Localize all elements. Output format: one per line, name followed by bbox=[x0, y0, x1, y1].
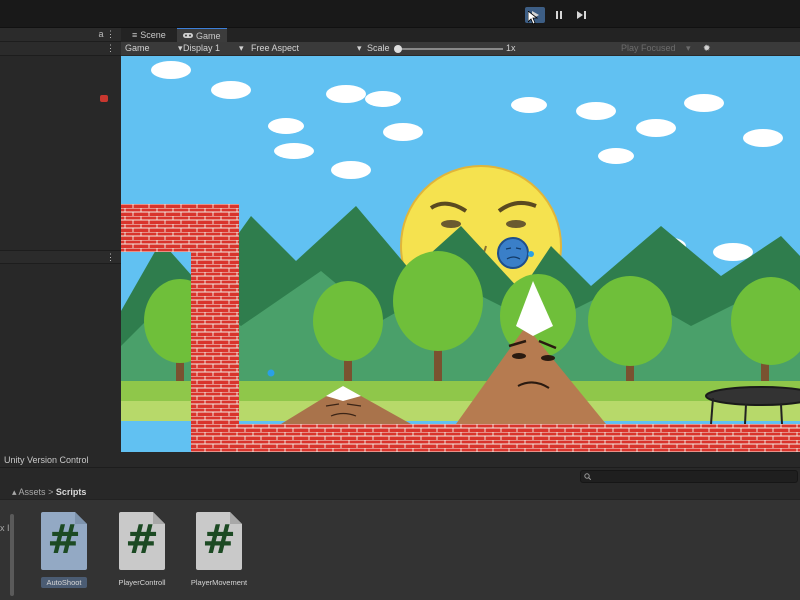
dropdown-arrow-icon: ▾ bbox=[239, 43, 244, 53]
csharp-script-icon: # bbox=[194, 510, 244, 572]
dropdown-arrow-icon: ▾ bbox=[178, 43, 183, 53]
display-dropdown[interactable]: Display 1 bbox=[183, 43, 220, 53]
tab-game[interactable]: Game bbox=[177, 28, 227, 42]
dropdown-arrow-icon: ▾ bbox=[686, 43, 691, 53]
play-toolbar bbox=[0, 0, 800, 28]
player-ball bbox=[497, 237, 529, 269]
gamepad-icon bbox=[183, 33, 193, 38]
tab-game-label: Game bbox=[196, 30, 221, 41]
brick-floor bbox=[239, 424, 800, 452]
view-tabs: ≡ Scene Game bbox=[121, 28, 800, 42]
search-icon bbox=[584, 472, 592, 482]
pause-button[interactable] bbox=[549, 7, 569, 23]
breadcrumb-root[interactable]: Assets bbox=[19, 487, 46, 497]
side-panel-label: x I bbox=[0, 523, 10, 533]
error-indicator bbox=[100, 95, 108, 102]
version-control-bar: Unity Version Control bbox=[0, 452, 800, 468]
csharp-script-icon: # bbox=[117, 510, 167, 572]
asset-label: PlayerMovement bbox=[190, 578, 248, 587]
hierarchy-panel: a ⋮ ⋮ ⋮ bbox=[0, 28, 121, 454]
version-control-label[interactable]: Unity Version Control bbox=[4, 455, 89, 465]
game-view-dropdown[interactable]: Game bbox=[125, 43, 150, 53]
breadcrumb-bar bbox=[0, 484, 800, 500]
hamburger-icon: ≡ bbox=[132, 30, 138, 40]
asset-item[interactable]: # PlayerMovement bbox=[183, 510, 255, 587]
asset-item[interactable]: # PlayerControll bbox=[106, 510, 178, 587]
breadcrumb-current[interactable]: Scripts bbox=[56, 487, 87, 497]
breadcrumb-separator: > bbox=[48, 487, 54, 497]
game-viewport[interactable] bbox=[121, 56, 800, 452]
aspect-dropdown[interactable]: Free Aspect bbox=[251, 43, 299, 53]
section-menu-icon[interactable]: ⋮ bbox=[106, 252, 115, 263]
pause-icon bbox=[556, 11, 562, 19]
hierarchy-toolbar: ⋮ bbox=[0, 42, 121, 56]
scale-value: 1x bbox=[506, 43, 516, 53]
scale-slider-handle[interactable] bbox=[394, 45, 402, 53]
scale-slider[interactable] bbox=[397, 48, 503, 50]
panel-divider[interactable]: ⋮ bbox=[0, 250, 121, 264]
bug-icon[interactable]: ✹ bbox=[703, 43, 711, 54]
hierarchy-header: a ⋮ bbox=[0, 28, 121, 42]
breadcrumb-arrow-icon: ▴ bbox=[12, 487, 17, 497]
mouse-cursor-icon bbox=[528, 11, 538, 25]
game-scene bbox=[121, 56, 800, 452]
projectile bbox=[267, 369, 275, 377]
step-button[interactable] bbox=[571, 7, 591, 23]
tab-scene-label: Scene bbox=[140, 30, 166, 40]
brick-pillar bbox=[191, 204, 239, 452]
dropdown-arrow-icon: ▾ bbox=[357, 43, 362, 53]
scrollbar[interactable] bbox=[10, 514, 14, 596]
csharp-script-icon: # bbox=[39, 510, 89, 572]
scale-label: Scale bbox=[367, 43, 390, 53]
game-view-toolbar: Game ▾ Display 1 ▾ Free Aspect ▾ Scale 1… bbox=[121, 42, 800, 56]
step-icon bbox=[576, 11, 586, 19]
asset-label: AutoShoot bbox=[41, 577, 87, 588]
asset-item[interactable]: # AutoShoot bbox=[28, 510, 100, 588]
panel-menu-icons[interactable]: a ⋮ bbox=[98, 29, 115, 40]
tab-scene[interactable]: ≡ Scene bbox=[126, 28, 172, 42]
projectile bbox=[528, 251, 534, 257]
play-mode-dropdown[interactable]: Play Focused bbox=[621, 43, 676, 53]
breadcrumb: ▴ Assets > Scripts bbox=[12, 487, 86, 498]
project-search-input[interactable] bbox=[580, 470, 798, 483]
hierarchy-menu-icon[interactable]: ⋮ bbox=[106, 43, 115, 54]
asset-label: PlayerControll bbox=[118, 578, 166, 587]
